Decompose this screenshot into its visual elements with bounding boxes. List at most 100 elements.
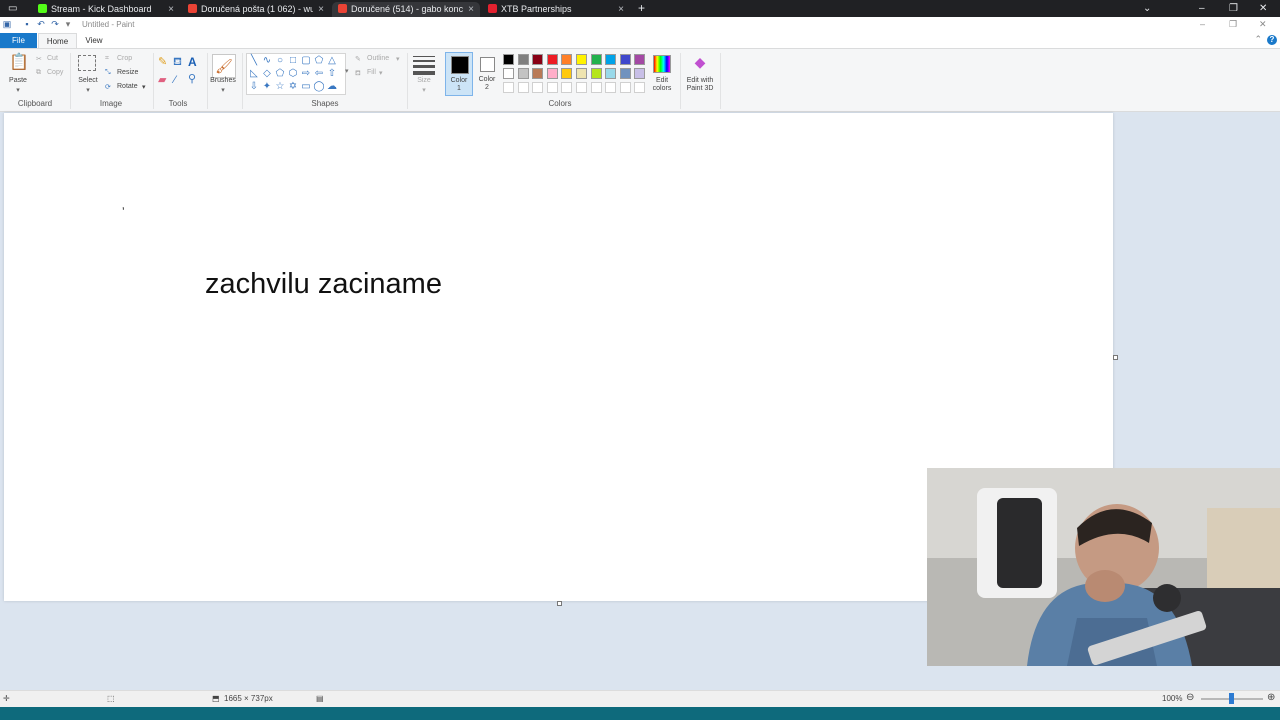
paint-maximize-icon[interactable]: ❐	[1229, 19, 1237, 30]
palette-swatch[interactable]	[634, 54, 645, 65]
magnifier-icon[interactable]: ⚲	[188, 74, 196, 85]
palette-swatch[interactable]	[620, 68, 631, 79]
color1-button[interactable]: Color 1	[445, 52, 473, 96]
brushes-dropdown-icon[interactable]: ▾	[207, 86, 239, 94]
rectangle-shape-icon[interactable]: □	[287, 55, 299, 67]
custom-color-slot[interactable]	[547, 82, 558, 93]
custom-color-slot[interactable]	[620, 82, 631, 93]
close-icon[interactable]: ×	[318, 2, 324, 17]
tab-view[interactable]: View	[78, 33, 110, 48]
palette-swatch[interactable]	[591, 68, 602, 79]
size-icon[interactable]	[413, 56, 435, 75]
undo-icon[interactable]: ↶	[36, 19, 46, 29]
canvas-resize-handle-bottom[interactable]	[557, 601, 562, 606]
paste-dropdown-icon[interactable]: ▾	[4, 86, 32, 94]
palette-swatch[interactable]	[547, 54, 558, 65]
palette-swatch[interactable]	[532, 54, 543, 65]
cut-button[interactable]: Cut	[47, 55, 58, 62]
custom-color-slot[interactable]	[532, 82, 543, 93]
custom-color-slot[interactable]	[576, 82, 587, 93]
pencil-icon[interactable]: ✎	[158, 57, 167, 68]
tab-kick-dashboard[interactable]: Stream - Kick Dashboard ×	[32, 2, 180, 17]
outline-button[interactable]: Outline	[367, 55, 389, 62]
custom-color-slot[interactable]	[561, 82, 572, 93]
palette-swatch[interactable]	[503, 54, 514, 65]
diamond-shape-icon[interactable]: ◇	[261, 68, 273, 80]
hexagon-shape-icon[interactable]: ⬡	[287, 68, 299, 80]
left-arrow-shape-icon[interactable]: ⇦	[313, 68, 325, 80]
restore-icon[interactable]: ❐	[1229, 3, 1238, 15]
outline-dropdown-icon[interactable]: ▾	[396, 55, 400, 63]
paint-close-icon[interactable]: ✕	[1259, 19, 1267, 30]
size-dropdown-icon[interactable]: ▾	[410, 86, 438, 94]
custom-color-slot[interactable]	[518, 82, 529, 93]
size-button[interactable]: Size	[410, 77, 438, 84]
paint3d-label-1[interactable]: Edit with	[682, 77, 718, 84]
shapes-scroll-icon[interactable]: ▾	[345, 67, 349, 75]
paint3d-label-2[interactable]: Paint 3D	[682, 85, 718, 92]
zoom-in-icon[interactable]: ⊕	[1267, 692, 1275, 703]
rotate-dropdown-icon[interactable]: ▾	[142, 83, 146, 91]
palette-swatch[interactable]	[591, 54, 602, 65]
help-icon[interactable]: ?	[1267, 35, 1277, 45]
palette-swatch[interactable]	[561, 54, 572, 65]
edit-colors-icon[interactable]	[653, 55, 671, 73]
rounded-rect-shape-icon[interactable]: ▢	[300, 55, 312, 67]
down-arrow-shape-icon[interactable]: ⇩	[248, 81, 260, 93]
paint-minimize-icon[interactable]: –	[1200, 19, 1205, 29]
tab-actions-icon[interactable]: ▭	[8, 3, 17, 15]
six-point-star-shape-icon[interactable]: ✡	[287, 81, 299, 93]
oval-shape-icon[interactable]: ○	[274, 55, 286, 67]
tab-home[interactable]: Home	[38, 33, 77, 48]
eraser-icon[interactable]: ▰	[158, 75, 166, 86]
up-arrow-shape-icon[interactable]: ⇧	[326, 68, 338, 80]
fill-button[interactable]: Fill	[367, 69, 376, 76]
palette-swatch[interactable]	[503, 68, 514, 79]
pentagon-shape-icon[interactable]: ⬠	[274, 68, 286, 80]
save-icon[interactable]: ▪	[22, 19, 32, 29]
window-close-icon[interactable]: ✕	[1259, 3, 1267, 15]
palette-swatch[interactable]	[518, 54, 529, 65]
tab-gmail-wuna[interactable]: Doručená pošta (1 062) - wuna ×	[182, 2, 330, 17]
polygon-shape-icon[interactable]: ⬠	[313, 55, 325, 67]
palette-swatch[interactable]	[532, 68, 543, 79]
tab-gmail-gabo[interactable]: Doručené (514) - gabo koncek ×	[332, 2, 480, 17]
paste-icon[interactable]: 📋	[9, 55, 29, 73]
zoom-out-icon[interactable]: ⊖	[1186, 692, 1194, 703]
shapes-gallery[interactable]: ╲ ∿ ○ □ ▢ ⬠ △ ◺ ◇ ⬠ ⬡ ⇨ ⇦ ⇧ ⇩ ✦ ☆ ✡ ▭ ◯ …	[246, 53, 346, 95]
canvas-resize-handle-right[interactable]	[1113, 355, 1118, 360]
brushes-icon[interactable]: 🖌	[212, 54, 236, 78]
palette-swatch[interactable]	[547, 68, 558, 79]
paint3d-icon[interactable]: ◆	[692, 55, 708, 73]
tab-file[interactable]: File	[0, 33, 37, 48]
custom-color-slot[interactable]	[503, 82, 514, 93]
palette-swatch[interactable]	[620, 54, 631, 65]
oval-callout-shape-icon[interactable]: ◯	[313, 81, 325, 93]
palette-swatch[interactable]	[605, 54, 616, 65]
paste-button[interactable]: Paste	[4, 77, 32, 84]
custom-color-slot[interactable]	[634, 82, 645, 93]
right-triangle-shape-icon[interactable]: ◺	[248, 68, 260, 80]
custom-color-slot[interactable]	[605, 82, 616, 93]
resize-button[interactable]: Resize	[117, 69, 138, 76]
five-point-star-shape-icon[interactable]: ☆	[274, 81, 286, 93]
close-icon[interactable]: ×	[468, 2, 474, 17]
select-dropdown-icon[interactable]: ▾	[74, 86, 102, 94]
palette-swatch[interactable]	[576, 54, 587, 65]
palette-swatch[interactable]	[561, 68, 572, 79]
color-picker-icon[interactable]: ⁄	[174, 75, 176, 86]
fill-dropdown-icon[interactable]: ▾	[379, 69, 383, 77]
brushes-button[interactable]: Brushes	[207, 77, 239, 84]
cloud-callout-shape-icon[interactable]: ☁	[326, 81, 338, 93]
customize-toolbar-icon[interactable]: ▾	[63, 19, 73, 29]
tab-search-icon[interactable]: ⌄	[1143, 3, 1151, 15]
palette-swatch[interactable]	[605, 68, 616, 79]
crop-button[interactable]: Crop	[117, 55, 132, 62]
minimize-icon[interactable]: –	[1199, 3, 1205, 15]
four-point-star-shape-icon[interactable]: ✦	[261, 81, 273, 93]
curve-shape-icon[interactable]: ∿	[261, 55, 273, 67]
close-icon[interactable]: ×	[168, 2, 174, 17]
new-tab-button[interactable]: +	[638, 2, 645, 14]
triangle-shape-icon[interactable]: △	[326, 55, 338, 67]
edit-colors-label-2[interactable]: colors	[645, 85, 679, 92]
